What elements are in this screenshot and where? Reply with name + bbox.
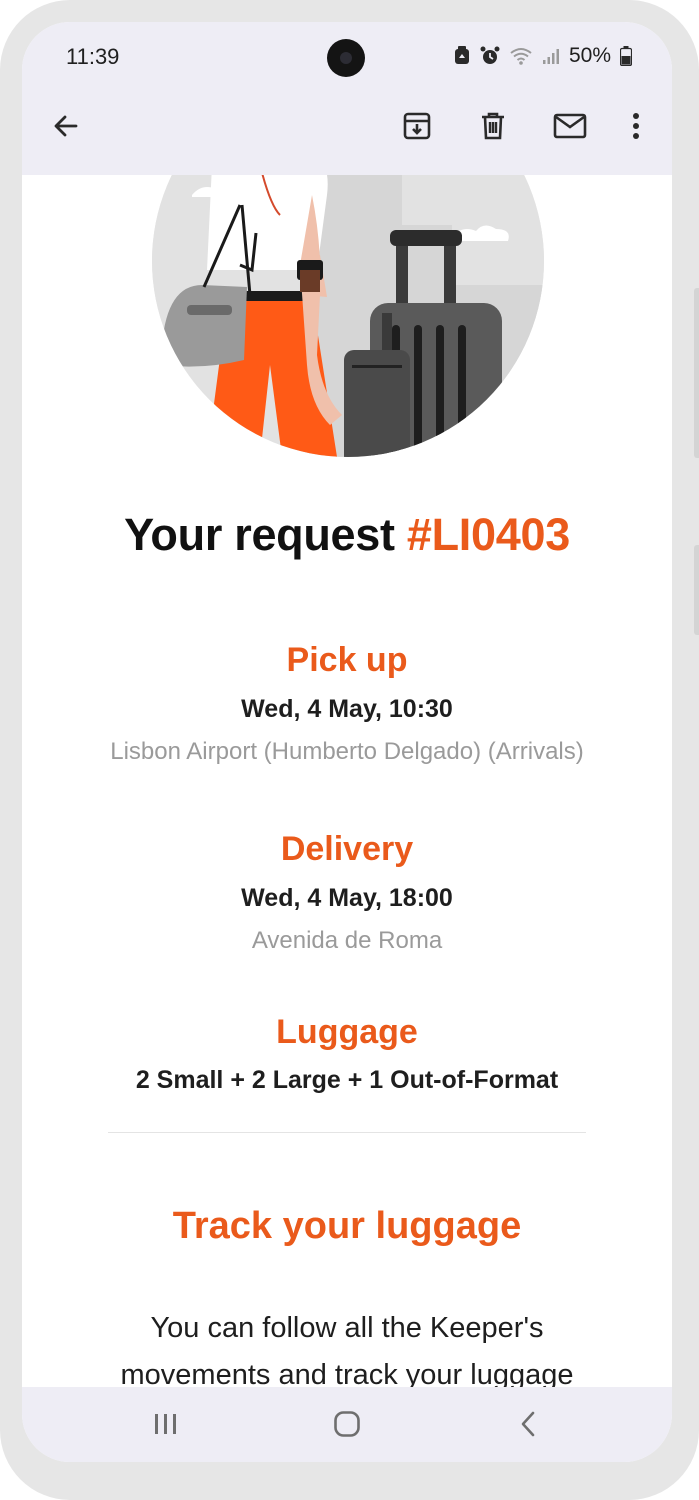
pickup-datetime: Wed, 4 May, 10:30 <box>241 695 453 723</box>
track-description: You can follow all the Keeper's movement… <box>120 1312 574 1387</box>
status-icons: 50% <box>453 44 632 68</box>
email-toolbar <box>22 102 672 152</box>
back-chevron-icon[interactable] <box>506 1407 550 1441</box>
top-bar: 11:39 50% <box>22 22 672 175</box>
traveler-illustration <box>152 175 544 457</box>
back-arrow-icon[interactable] <box>48 108 84 144</box>
battery-percent: 50% <box>568 44 611 67</box>
luggage-summary: 2 Small + 2 Large + 1 Out-of-Format <box>135 1066 559 1094</box>
wifi-icon <box>510 48 532 65</box>
power-button <box>694 545 699 635</box>
signal-icon <box>542 49 559 64</box>
pickup-location: Lisbon Airport (Humberto Delgado) (Arriv… <box>110 738 584 765</box>
luggage-heading: Luggage <box>276 1013 418 1051</box>
status-time: 11:39 <box>66 44 120 69</box>
request-title: Your request #LI0403 <box>22 509 672 561</box>
delivery-heading: Delivery <box>280 830 414 868</box>
volume-button <box>694 288 699 458</box>
front-camera <box>327 39 365 77</box>
phone-screen: 11:39 50% Your request #LI0403 Pick up W… <box>22 22 672 1462</box>
more-vertical-icon[interactable] <box>618 108 654 144</box>
recycle-notification-icon <box>454 46 469 64</box>
archive-icon[interactable] <box>399 108 435 144</box>
recents-icon[interactable] <box>144 1407 188 1441</box>
request-number: #LI0403 <box>406 509 570 560</box>
title-prefix: Your request <box>124 509 407 560</box>
section-divider <box>108 1132 586 1133</box>
home-icon[interactable] <box>325 1407 369 1441</box>
email-body: Your request #LI0403 Pick up Wed, 4 May,… <box>22 175 672 1387</box>
track-heading: Track your luggage <box>172 1205 522 1247</box>
pickup-heading: Pick up <box>286 641 408 679</box>
system-nav-bar <box>22 1387 672 1462</box>
trash-icon[interactable] <box>475 108 511 144</box>
alarm-icon <box>480 46 500 64</box>
battery-icon <box>620 46 632 66</box>
delivery-location: Avenida de Roma <box>251 927 443 954</box>
delivery-datetime: Wed, 4 May, 18:00 <box>241 884 453 912</box>
envelope-icon[interactable] <box>552 108 588 144</box>
